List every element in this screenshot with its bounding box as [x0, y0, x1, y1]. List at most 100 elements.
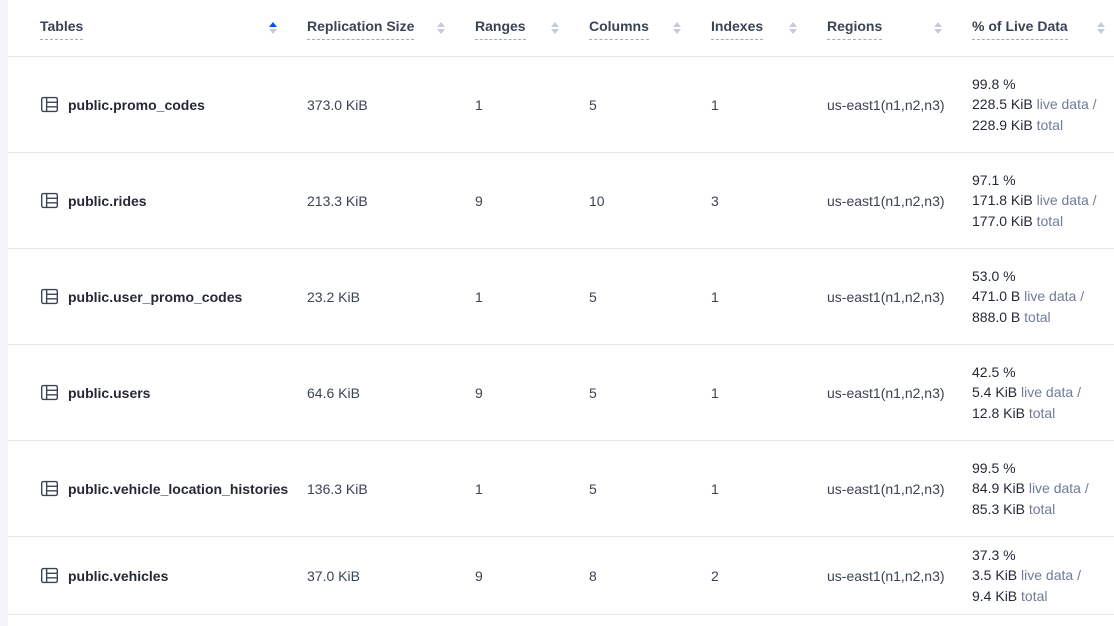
table-name-link[interactable]: public.vehicle_location_histories: [68, 481, 288, 497]
replication-size-cell: 136.3 KiB: [307, 481, 475, 497]
live-size-line: 5.4 KiB live data /: [972, 382, 1108, 403]
column-header[interactable]: Indexes: [711, 0, 827, 56]
table-name-link[interactable]: public.rides: [68, 193, 147, 209]
live-data-cell: 53.0 % 471.0 B live data / 888.0 B total: [972, 266, 1108, 328]
columns-cell: 5: [589, 481, 711, 497]
table-name-link[interactable]: public.promo_codes: [68, 97, 205, 113]
caret-up-icon: [437, 22, 445, 27]
caret-up-icon: [789, 22, 797, 27]
regions-cell: us-east1(n1,n2,n3): [827, 193, 972, 209]
caret-up-icon: [551, 22, 559, 27]
ranges-cell: 9: [475, 385, 589, 401]
regions-cell: us-east1(n1,n2,n3): [827, 481, 972, 497]
live-data-cell: 99.5 % 84.9 KiB live data / 85.3 KiB tot…: [972, 458, 1108, 520]
live-percent-value: 42.5 %: [972, 362, 1108, 383]
column-header[interactable]: Ranges: [475, 0, 589, 56]
caret-down-icon: [437, 29, 445, 34]
live-data-cell: 99.8 % 228.5 KiB live data / 228.9 KiB t…: [972, 74, 1108, 136]
table-icon: [40, 191, 59, 210]
column-header-label: % of Live Data: [972, 17, 1068, 40]
ranges-cell: 1: [475, 289, 589, 305]
replication-size-cell: 37.0 KiB: [307, 568, 475, 584]
table-name-link[interactable]: public.user_promo_codes: [68, 289, 242, 305]
live-percent-value: 97.1 %: [972, 170, 1108, 191]
live-percent-value: 99.8 %: [972, 74, 1108, 95]
caret-up-icon: [934, 22, 942, 27]
table-name-cell: public.vehicles: [40, 566, 307, 585]
sort-toggle[interactable]: [269, 22, 277, 34]
regions-cell: us-east1(n1,n2,n3): [827, 568, 972, 584]
table-name-cell: public.rides: [40, 191, 307, 210]
table-row: public.vehicle_location_histories 136.3 …: [8, 441, 1114, 537]
live-size-line: 84.9 KiB live data /: [972, 478, 1108, 499]
column-header[interactable]: Tables: [40, 0, 307, 56]
table-name-cell: public.users: [40, 383, 307, 402]
table-name-cell: public.user_promo_codes: [40, 287, 307, 306]
sort-toggle[interactable]: [437, 22, 445, 34]
ranges-cell: 1: [475, 97, 589, 113]
indexes-cell: 2: [711, 568, 827, 584]
columns-cell: 5: [589, 385, 711, 401]
live-size-line: 3.5 KiB live data /: [972, 565, 1108, 586]
live-size-line: 471.0 B live data /: [972, 286, 1108, 307]
column-header[interactable]: Columns: [589, 0, 711, 56]
sort-toggle[interactable]: [1097, 22, 1105, 34]
table-header-row: Tables Replication Size Ranges Columns I…: [8, 0, 1114, 57]
table-icon: [40, 479, 59, 498]
column-header[interactable]: Replication Size: [307, 0, 475, 56]
table-row: public.user_promo_codes 23.2 KiB 1 5 1 u…: [8, 249, 1114, 345]
replication-size-cell: 373.0 KiB: [307, 97, 475, 113]
total-size-line: 228.9 KiB total: [972, 115, 1108, 136]
replication-size-cell: 23.2 KiB: [307, 289, 475, 305]
column-header-label: Regions: [827, 17, 882, 40]
live-percent-value: 37.3 %: [972, 545, 1108, 566]
columns-cell: 8: [589, 568, 711, 584]
live-data-cell: 97.1 % 171.8 KiB live data / 177.0 KiB t…: [972, 170, 1108, 232]
caret-down-icon: [934, 29, 942, 34]
table-row: public.rides 213.3 KiB 9 10 3 us-east1(n…: [8, 153, 1114, 249]
tables-panel: Tables Replication Size Ranges Columns I…: [8, 0, 1114, 626]
sort-toggle[interactable]: [551, 22, 559, 34]
ranges-cell: 9: [475, 193, 589, 209]
live-size-line: 228.5 KiB live data /: [972, 94, 1108, 115]
caret-up-icon: [269, 22, 277, 27]
live-size-line: 171.8 KiB live data /: [972, 190, 1108, 211]
table-row: public.promo_codes 373.0 KiB 1 5 1 us-ea…: [8, 57, 1114, 153]
live-data-cell: 42.5 % 5.4 KiB live data / 12.8 KiB tota…: [972, 362, 1108, 424]
live-data-cell: 37.3 % 3.5 KiB live data / 9.4 KiB total: [972, 545, 1108, 607]
column-header-label: Ranges: [475, 17, 526, 40]
table-icon: [40, 566, 59, 585]
column-header[interactable]: Regions: [827, 0, 972, 56]
column-header[interactable]: % of Live Data: [972, 0, 1108, 56]
sort-toggle[interactable]: [789, 22, 797, 34]
total-size-line: 85.3 KiB total: [972, 499, 1108, 520]
regions-cell: us-east1(n1,n2,n3): [827, 385, 972, 401]
table-name-cell: public.vehicle_location_histories: [40, 479, 307, 498]
table-icon: [40, 383, 59, 402]
table-name-cell: public.promo_codes: [40, 95, 307, 114]
live-percent-value: 99.5 %: [972, 458, 1108, 479]
caret-down-icon: [789, 29, 797, 34]
columns-cell: 5: [589, 289, 711, 305]
replication-size-cell: 213.3 KiB: [307, 193, 475, 209]
regions-cell: us-east1(n1,n2,n3): [827, 289, 972, 305]
regions-cell: us-east1(n1,n2,n3): [827, 97, 972, 113]
sort-toggle[interactable]: [934, 22, 942, 34]
sort-toggle[interactable]: [673, 22, 681, 34]
column-header-label: Indexes: [711, 17, 763, 40]
column-header-label: Replication Size: [307, 17, 414, 40]
caret-up-icon: [1097, 22, 1105, 27]
total-size-line: 9.4 KiB total: [972, 586, 1108, 607]
indexes-cell: 1: [711, 481, 827, 497]
caret-down-icon: [269, 29, 277, 34]
indexes-cell: 1: [711, 289, 827, 305]
indexes-cell: 1: [711, 385, 827, 401]
caret-up-icon: [673, 22, 681, 27]
table-name-link[interactable]: public.users: [68, 385, 150, 401]
table-name-link[interactable]: public.vehicles: [68, 568, 168, 584]
table-body: public.promo_codes 373.0 KiB 1 5 1 us-ea…: [8, 57, 1114, 615]
caret-down-icon: [551, 29, 559, 34]
ranges-cell: 1: [475, 481, 589, 497]
table-row: public.users 64.6 KiB 9 5 1 us-east1(n1,…: [8, 345, 1114, 441]
indexes-cell: 3: [711, 193, 827, 209]
